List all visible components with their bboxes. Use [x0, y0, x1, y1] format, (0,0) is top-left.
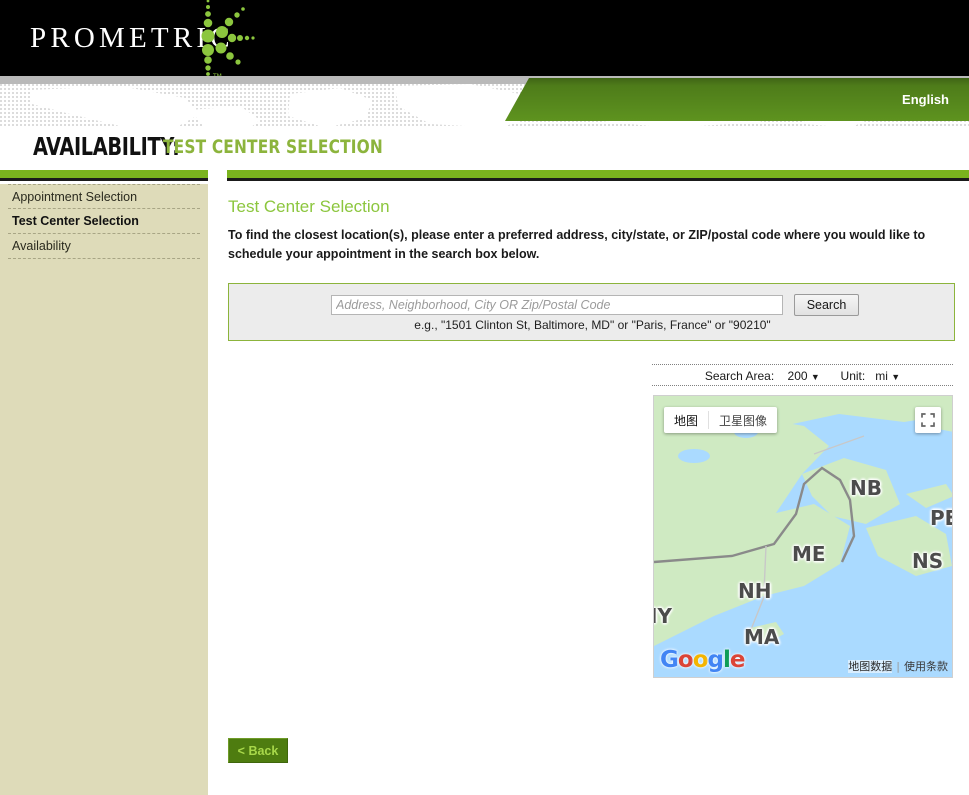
section-title: Test Center Selection	[228, 197, 390, 217]
map-label-ma: MA	[744, 625, 779, 649]
fullscreen-icon[interactable]	[915, 407, 941, 433]
search-panel: Search e.g., "1501 Clinton St, Baltimore…	[228, 283, 955, 341]
page-title-main: AVAILABILITY:	[33, 132, 180, 161]
language-selector[interactable]: English	[902, 92, 949, 107]
main-content: Test Center Selection To find the closes…	[208, 184, 969, 795]
map-data-link[interactable]: 地图数据	[848, 660, 892, 673]
sidebar: Appointment Selection Test Center Select…	[0, 184, 208, 795]
sidebar-item-availability[interactable]: Availability	[8, 234, 200, 259]
map-viewport[interactable]: NB PE ME NS NH MA IY 地图 卫星图像	[653, 395, 953, 678]
search-button[interactable]: Search	[794, 294, 859, 316]
google-logo: Google	[660, 647, 744, 673]
sidebar-item-label: Appointment Selection	[12, 190, 137, 204]
unit-label: Unit:	[841, 369, 866, 383]
map-label-ns: NS	[912, 549, 943, 573]
map-label-ny: IY	[653, 604, 672, 628]
starburst-dots-icon: TM	[185, 0, 255, 80]
divider-bar-left	[0, 170, 208, 181]
page-title: AVAILABILITY: TEST CENTER SELECTION	[0, 128, 969, 170]
map-tiles	[654, 396, 953, 678]
attribution-separator: |	[896, 660, 900, 673]
page-title-sub: TEST CENTER SELECTION	[163, 136, 383, 158]
search-area-value[interactable]: 200	[788, 369, 808, 383]
sidebar-item-label: Availability	[12, 239, 71, 253]
search-options-strip: Search Area: 200 ▼ Unit: mi ▼	[652, 364, 953, 386]
map-type-satellite-button[interactable]: 卫星图像	[709, 407, 777, 433]
map-type-map-button[interactable]: 地图	[664, 407, 708, 433]
unit-value[interactable]: mi	[875, 369, 888, 383]
search-area-chevron-down-icon[interactable]: ▼	[811, 372, 820, 382]
search-input[interactable]	[331, 295, 783, 315]
sidebar-item-label: Test Center Selection	[12, 214, 139, 228]
map-label-nh: NH	[738, 579, 771, 603]
terms-of-use-link[interactable]: 使用条款	[904, 660, 948, 673]
sidebar-item-test-center-selection[interactable]: Test Center Selection	[8, 209, 200, 234]
map-label-nb: NB	[850, 476, 882, 500]
map-label-pe: PE	[930, 506, 953, 530]
sidebar-item-appointment-selection[interactable]: Appointment Selection	[8, 184, 200, 209]
map-attribution: 地图数据 | 使用条款	[848, 658, 948, 674]
divider-bar-right	[227, 170, 969, 181]
search-area-label: Search Area:	[705, 369, 774, 383]
section-description: To find the closest location(s), please …	[228, 226, 954, 264]
map-label-me: ME	[792, 542, 826, 566]
page-root: PROMETRIC	[0, 0, 969, 795]
map-type-control: 地图 卫星图像	[664, 407, 777, 433]
unit-chevron-down-icon[interactable]: ▼	[891, 372, 900, 382]
language-bar	[505, 78, 969, 121]
back-button[interactable]: < Back	[228, 738, 288, 763]
brand-header-bar: PROMETRIC	[0, 0, 969, 76]
search-hint: e.g., "1501 Clinton St, Baltimore, MD" o…	[229, 318, 956, 332]
